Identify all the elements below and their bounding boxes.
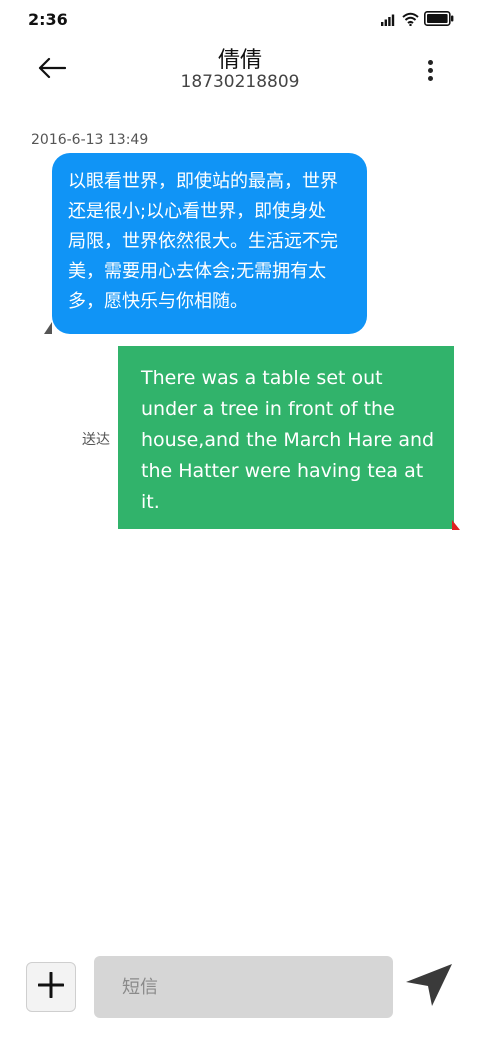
message-line: 还是很小;以心看世界，即使身处 [68,201,327,222]
message-line: 美，需要用心去体会;无需拥有太 [68,261,327,282]
send-button[interactable] [404,964,454,1010]
message-line: 以眼看世界，即使站的最高，世界 [68,171,338,192]
message-line: the Hatter were having tea at [141,460,424,482]
message-line: 局限，世界依然很大。生活远不完 [68,231,338,252]
outgoing-message-bubble[interactable]: There was a table set out under a tree i… [118,346,454,529]
message-line: it. [141,491,160,513]
add-attachment-button[interactable] [26,962,76,1012]
more-options-button[interactable] [418,54,442,86]
contact-name: 倩倩 [217,48,262,73]
message-input[interactable] [94,956,393,1018]
status-icons [381,10,454,30]
message-line: house,and the March Hare and [141,429,435,451]
more-vertical-icon-dot [427,75,433,81]
incoming-message-bubble[interactable]: 以眼看世界，即使站的最高，世界 还是很小;以心看世界，即使身处 局限，世界依然很… [52,153,367,334]
conversation-header: 倩倩 18730218809 [0,40,480,104]
battery-icon [424,10,454,30]
send-icon [405,963,453,1011]
wifi-icon [402,11,419,30]
delivery-status: 送达 [82,432,110,448]
outgoing-bubble-tail [452,520,460,530]
composer-bar [0,950,480,1030]
message-line: 多，愿快乐与你相随。 [68,291,248,312]
status-bar: 2:36 [0,0,480,40]
more-vertical-icon-dot [427,67,433,73]
message-line: under a tree in front of the [141,398,395,420]
contact-number: 18730218809 [180,72,300,92]
message-timestamp: 2016-6-13 13:49 [31,132,149,148]
message-line: There was a table set out [141,367,383,389]
incoming-bubble-tail [44,322,52,334]
plus-icon [37,971,65,1002]
status-time: 2:36 [28,10,68,29]
more-vertical-icon-dot [427,59,433,65]
signal-icon [381,11,397,30]
